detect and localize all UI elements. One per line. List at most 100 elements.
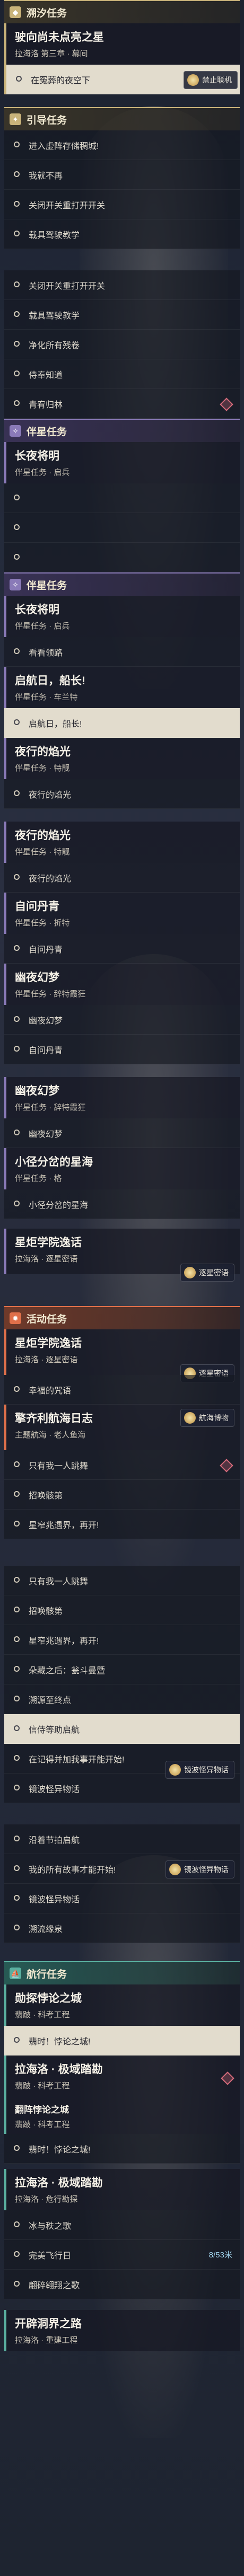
quest-step[interactable]: 星窄兆遇界，再开! [4,1510,240,1539]
quest-entry[interactable]: 自问丹青 伴星任务 · 折特 [4,893,240,934]
step-label: 启航日，船长! [29,719,82,729]
step-dot-icon [14,790,20,796]
section-header-companion[interactable]: ✧ 伴星任务 [4,572,240,596]
step-label: 我的所有故事才能开始! [29,1865,116,1875]
quest-step[interactable]: 载具驾驶教学 [4,219,240,249]
quest-title: 幽夜幻梦 [15,972,59,984]
quest-step[interactable]: 镜波怪异物话 镜波怪异物话 [4,1761,240,1803]
quest-subtitle: 伴星任务 · 车兰特 [15,693,78,702]
quest-step-active[interactable]: 翡时！悖论之城! [4,2026,240,2055]
quest-step[interactable]: 夜行的焰光 [4,779,240,809]
quest-entry[interactable]: 开辟洞界之路 拉海洛 · 重建工程 [4,2310,240,2351]
quest-entry[interactable]: 翻阵悖论之城 翡跛 · 科考工程 [4,2097,240,2134]
quest-step[interactable]: 青宥归林 [4,389,240,419]
step-label: 招唤骸第 [29,1491,63,1501]
quest-step[interactable]: 进入虚阵存储稠城! [4,130,240,160]
quest-entry[interactable]: 擎齐利航海日志 主题航海 · 老人鱼海 航海博物 [4,1405,240,1450]
quest-step[interactable]: 幸福的咒语 [4,1375,240,1405]
quest-step-active[interactable]: 信侍等助启航 [4,1714,240,1744]
quest-step[interactable]: 小径分岔的星海 [4,1189,240,1219]
quest-entry[interactable]: 幽夜幻梦 伴星任务 · 辞特霞狂 [4,1077,240,1118]
quest-entry[interactable]: 勋探悖论之城 翡跛 · 科考工程 [4,1984,240,2026]
quest-step[interactable] [4,513,240,543]
quest-step[interactable]: 只有我一人跳舞 [4,1566,240,1595]
quest-step[interactable] [4,483,240,513]
quest-entry[interactable]: 长夜将明 伴星任务 · 启兵 [4,442,240,483]
step-label: 小径分岔的星海 [29,1201,89,1210]
quest-step[interactable]: 招唤骸第 [4,1595,240,1625]
quest-title: 长夜将明 [15,604,59,616]
step-label: 关闭开关重打开开关 [29,201,106,210]
section-header-guide[interactable]: ✦ 引导任务 [4,107,240,130]
quest-step[interactable]: 溯源至终点 [4,1684,240,1714]
section-header-companion[interactable]: ✧ 伴星任务 [4,419,240,442]
quest-step[interactable]: 溯流缘泉 [4,1913,240,1943]
quest-entry[interactable]: 小径分岔的星海 伴星任务 · 格 [4,1148,240,1189]
quest-step-active[interactable]: 在冤葬的夜空下 禁止联机 [4,65,240,94]
quest-entry[interactable]: 拉海洛 · 极域踏勘 翡跛 · 科考工程 [4,2055,240,2097]
quest-entry[interactable]: 夜行的焰光 伴星任务 · 特靓 [4,822,240,863]
step-dot-icon [14,2145,20,2151]
quest-entry[interactable]: 幽夜幻梦 伴星任务 · 辞特霞狂 [4,964,240,1005]
section-header-event[interactable]: ✹ 活动任务 [4,1306,240,1329]
tracking-diamond-icon[interactable] [220,1459,233,1472]
quest-step[interactable]: 自问丹青 [4,934,240,964]
quest-subtitle: 拉海洛 · 重建工程 [15,2336,78,2345]
step-dot-icon [14,2037,20,2043]
quest-entry[interactable]: 长夜将明 伴星任务 · 启兵 [4,596,240,637]
tracking-diamond-icon[interactable] [220,398,233,411]
step-label: 夜行的焰光 [29,790,72,800]
quest-entry[interactable]: 夜行的焰光 伴星任务 · 特靓 [4,738,240,779]
event-icon: ✹ [10,1312,21,1324]
quest-step[interactable]: 星窄兆遇界，再开! [4,1625,240,1655]
companion-icon: ✧ [10,425,21,437]
quest-step[interactable]: 镜波怪异物话 [4,1884,240,1913]
quest-step[interactable]: 我的所有故事才能开始! 镜波怪异物话 [4,1854,240,1884]
quest-entry[interactable]: 星炬学院逸话 拉海洛 · 逐星密语 逐星密语 [4,1229,240,1282]
step-dot-icon [14,311,20,317]
quest-step[interactable]: 翡时！悖论之城! [4,2134,240,2164]
quest-step[interactable]: 载具驾驶教学 [4,300,240,330]
quest-title: 拉海洛 · 极域踏勘 [15,2063,103,2076]
voyage-badge: 航海博物 [180,1409,234,1427]
section-header-voyage[interactable]: ⛵ 航行任务 [4,1961,240,1984]
quest-step[interactable]: 看看领路 [4,637,240,667]
quest-step[interactable]: 侍奉知道 [4,359,240,389]
quest-step[interactable]: 净化所有残卷 [4,330,240,359]
quest-entry[interactable]: 启航日，船长! 伴星任务 · 车兰特 [4,667,240,708]
guide-icon: ✦ [10,113,21,125]
quest-step[interactable]: 沿着节拍启航 [4,1824,240,1854]
step-dot-icon [14,1836,20,1841]
badge-label: 逐星密语 [199,1268,229,1277]
quest-step[interactable]: 朵藏之后：瓮斗曼暨 [4,1655,240,1684]
quest-step[interactable]: 关闭开关重打开开关 [4,270,240,300]
quest-title: 长夜将明 [15,450,59,462]
quest-entry[interactable]: 星炬学院逸话 拉海洛 · 逐星密语 逐星密语 [4,1329,240,1382]
quest-step[interactable]: 完美飞行日 8/53米 [4,2240,240,2270]
quest-step[interactable]: 自问丹青 [4,1035,240,1064]
step-dot-icon [14,2221,20,2227]
step-dot-icon [14,648,20,654]
step-label: 招唤骸第 [29,1607,63,1616]
step-dot-icon [14,1666,20,1672]
quest-entry[interactable]: 驶向尚未点亮之星 拉海洛 第三章 · 幕间 [4,23,240,65]
quest-step[interactable] [4,543,240,572]
quest-subtitle: 拉海洛 第三章 · 幕间 [15,49,88,58]
quest-step[interactable]: 关闭开关重打开开关 [4,190,240,219]
section-header-chronicle[interactable]: ◆ 溯汐任务 [4,0,240,23]
star-icon [184,1267,196,1278]
quest-step[interactable]: 幽夜幻梦 [4,1005,240,1035]
quest-step[interactable]: 翩碎翱翔之歌 [4,2270,240,2299]
progress-count: 8/53米 [208,2251,232,2260]
quest-step-active[interactable]: 启航日，船长! [4,708,240,738]
quest-step[interactable]: 我就不再 [4,160,240,190]
step-label: 星窄兆遇界，再开! [29,1521,99,1530]
quest-step[interactable]: 冰与秩之歌 [4,2210,240,2240]
quest-step[interactable]: 只有我一人跳舞 [4,1450,240,1480]
quest-step[interactable]: 招唤骸第 [4,1480,240,1510]
quest-entry[interactable]: 拉海洛 · 极域踏勘 拉海洛 · 危行勘探 [4,2169,240,2210]
lock-icon [187,74,199,86]
quest-step[interactable]: 幽夜幻梦 [4,1118,240,1148]
quest-step[interactable]: 夜行的焰光 [4,863,240,893]
step-label: 朵藏之后：瓮斗曼暨 [29,1666,106,1675]
